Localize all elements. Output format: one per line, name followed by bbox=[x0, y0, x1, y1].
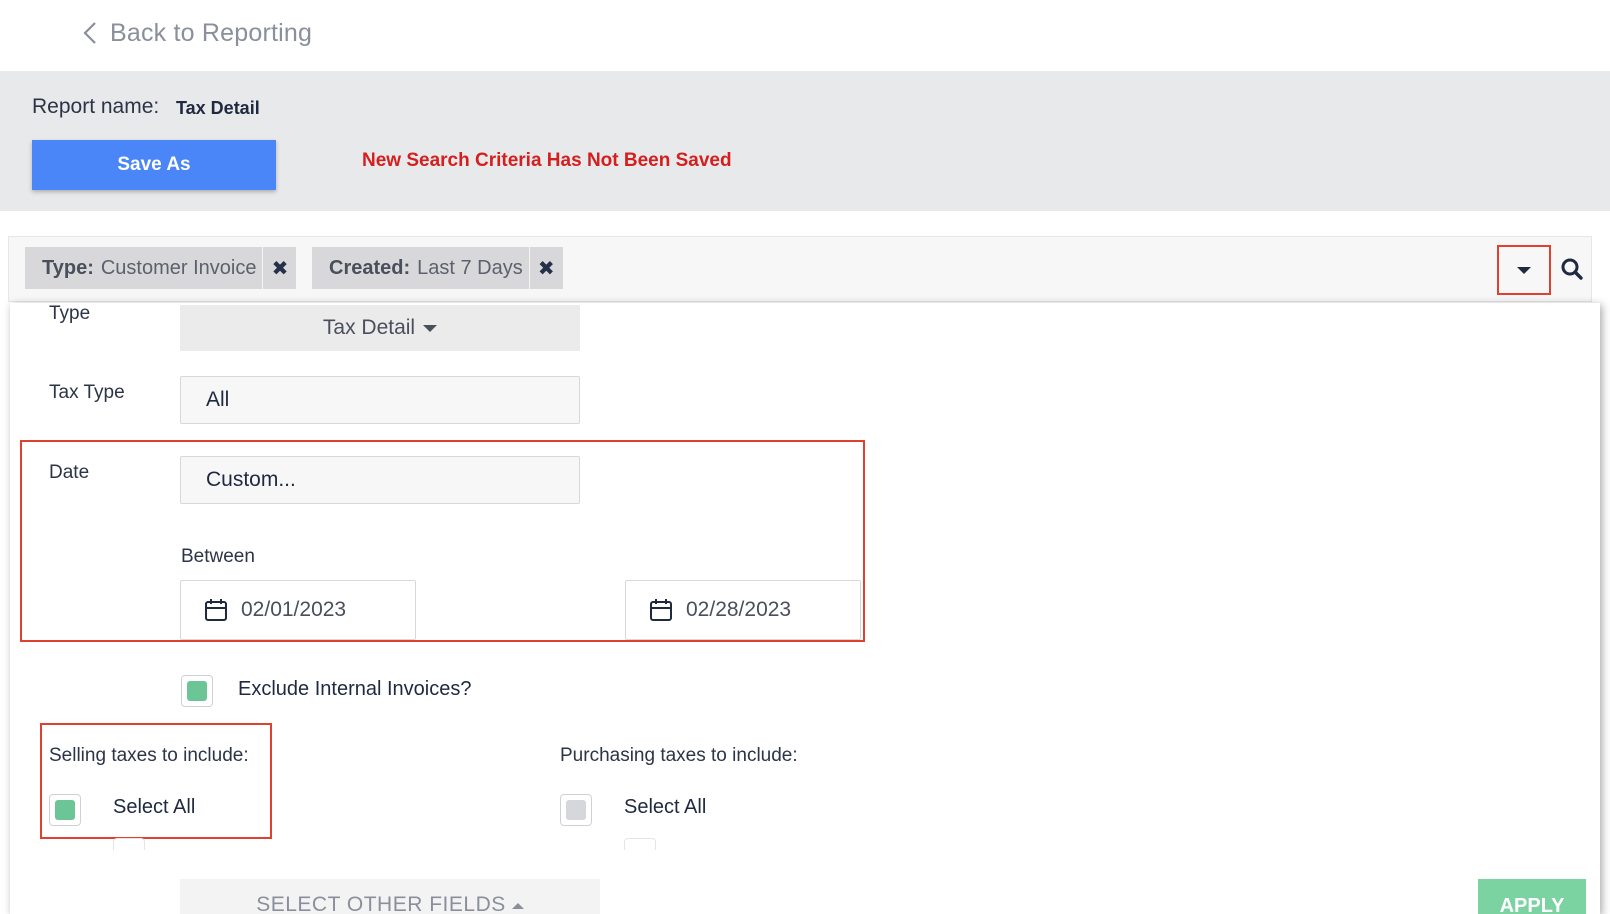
filter-chip-key: Type: bbox=[42, 256, 94, 279]
date-range-select[interactable]: Custom... bbox=[180, 456, 580, 504]
caret-down-icon bbox=[423, 324, 438, 332]
report-name-bar: Report name: Tax Detail Save As New Sear… bbox=[0, 71, 1610, 211]
filter-chip-key: Created: bbox=[329, 256, 411, 279]
between-label: Between bbox=[181, 546, 255, 567]
apply-button[interactable]: APPLY bbox=[1478, 879, 1586, 914]
select-other-fields-label: SELECT OTHER FIELDS bbox=[256, 893, 506, 914]
purchasing-taxes-label: Purchasing taxes to include: bbox=[560, 745, 798, 766]
report-name-label: Report name: bbox=[32, 95, 160, 118]
caret-up-icon bbox=[511, 903, 524, 909]
back-to-reporting-link[interactable]: Back to Reporting bbox=[80, 18, 312, 48]
type-select[interactable]: Tax Detail bbox=[180, 305, 580, 351]
close-icon[interactable]: ✖ bbox=[528, 247, 563, 289]
exclude-internal-checkbox[interactable] bbox=[181, 675, 213, 707]
selling-select-all-label: Select All bbox=[113, 796, 196, 818]
caret-down-icon bbox=[1517, 266, 1531, 274]
type-label: Type bbox=[49, 303, 91, 324]
exclude-internal-label: Exclude Internal Invoices? bbox=[238, 678, 472, 700]
checkbox-unchecked-mark bbox=[566, 800, 586, 820]
chevron-left-icon bbox=[83, 22, 96, 44]
save-as-button[interactable]: Save As bbox=[32, 140, 276, 190]
calendar-icon bbox=[650, 599, 672, 621]
purchasing-select-all-label: Select All bbox=[624, 796, 707, 818]
checkbox-checked-mark bbox=[55, 800, 75, 820]
filter-bar: Type: Customer Invoice ✖ Created: Last 7… bbox=[8, 236, 1592, 302]
search-button[interactable] bbox=[1555, 251, 1589, 287]
date-from-input[interactable]: 02/01/2023 bbox=[180, 580, 416, 640]
checkbox-checked-mark bbox=[187, 681, 207, 701]
partially-hidden-checkbox[interactable] bbox=[624, 838, 656, 850]
report-name-value: Tax Detail bbox=[176, 98, 260, 118]
unsaved-warning: New Search Criteria Has Not Been Saved bbox=[362, 150, 732, 171]
date-to-input[interactable]: 02/28/2023 bbox=[625, 580, 861, 640]
filter-chip-value: Customer Invoice bbox=[100, 256, 257, 279]
date-label: Date bbox=[49, 462, 90, 483]
filter-chip-created: Created: Last 7 Days ✖ bbox=[312, 247, 563, 289]
tax-type-label: Tax Type bbox=[49, 382, 125, 403]
type-select-value: Tax Detail bbox=[322, 316, 416, 339]
calendar-icon bbox=[205, 599, 227, 621]
tax-type-select[interactable]: All bbox=[180, 376, 580, 424]
filter-dropdown-toggle[interactable] bbox=[1497, 245, 1551, 295]
date-to-value: 02/28/2023 bbox=[686, 598, 792, 621]
back-link-label: Back to Reporting bbox=[110, 18, 313, 47]
search-icon bbox=[1561, 258, 1583, 280]
selling-select-all-checkbox[interactable] bbox=[49, 794, 81, 826]
filter-chip-type: Type: Customer Invoice ✖ bbox=[25, 247, 297, 289]
top-bar: Back to Reporting bbox=[0, 0, 1610, 71]
filter-chip-value: Last 7 Days bbox=[417, 256, 523, 279]
date-from-value: 02/01/2023 bbox=[241, 598, 347, 621]
filter-panel: Type Tax Detail Tax Type All Date Custom… bbox=[10, 303, 1600, 914]
purchasing-select-all-checkbox[interactable] bbox=[560, 794, 592, 826]
select-other-fields-button[interactable]: SELECT OTHER FIELDS bbox=[180, 879, 600, 914]
close-icon[interactable]: ✖ bbox=[262, 247, 296, 289]
partially-hidden-checkbox[interactable] bbox=[113, 838, 145, 850]
selling-taxes-label: Selling taxes to include: bbox=[49, 745, 249, 766]
